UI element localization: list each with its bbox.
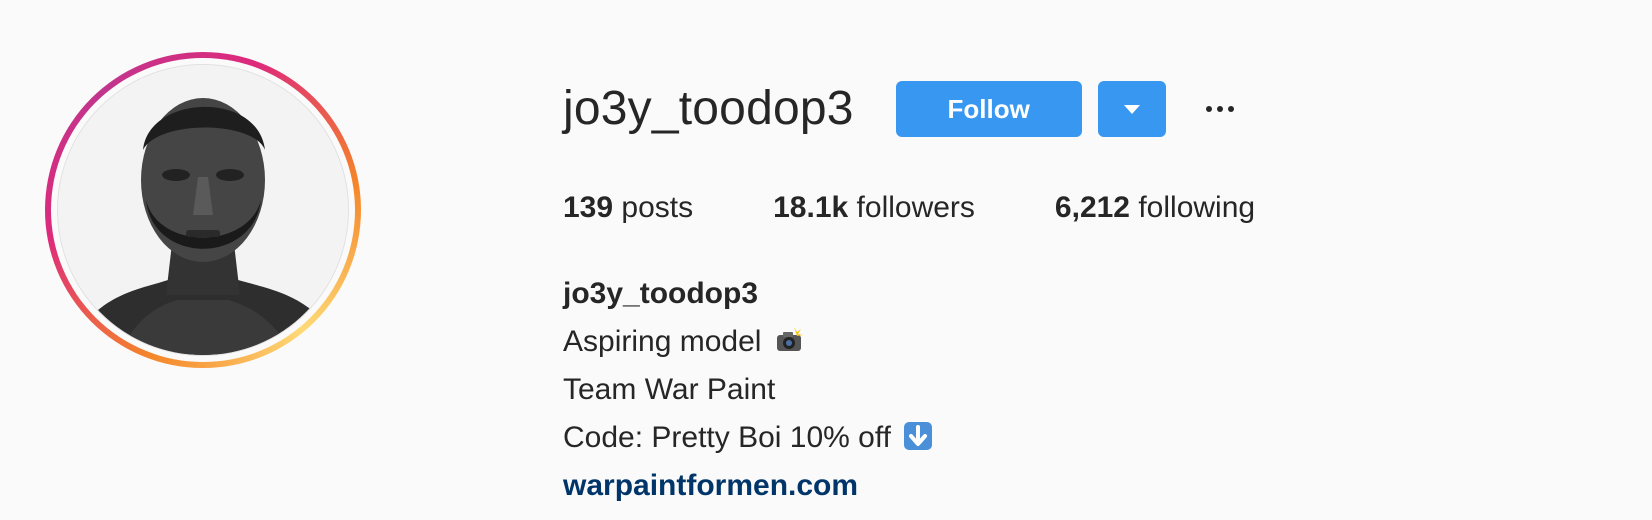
posts-count: 139	[563, 191, 614, 224]
avatar-gap	[51, 58, 355, 362]
followers-label: followers	[856, 191, 975, 224]
posts-stat: 139 posts	[563, 188, 693, 228]
chevron-down-icon	[1123, 104, 1140, 114]
posts-label: posts	[621, 191, 694, 224]
more-options-button[interactable]	[1200, 89, 1240, 129]
profile-stats: 139 posts 18.1k followers 6,212 followin…	[563, 188, 1255, 228]
bio-line-3-text: Code: Pretty Boi 10% off	[563, 421, 891, 454]
profile-bio: jo3y_toodop3 Aspiring model Team War Pai…	[563, 270, 933, 510]
more-options-icon	[1205, 106, 1212, 112]
avatar-photo-icon	[58, 65, 348, 355]
bio-line-1-text: Aspiring model	[563, 325, 762, 358]
bio-line-1: Aspiring model	[563, 318, 933, 366]
followers-count: 18.1k	[773, 191, 849, 224]
suggested-dropdown-button[interactable]	[1097, 81, 1166, 137]
avatar[interactable]	[57, 64, 349, 356]
username-title: jo3y_toodop3	[563, 82, 854, 135]
more-options-dot	[1227, 106, 1234, 112]
bio-line-3: Code: Pretty Boi 10% off	[563, 414, 933, 462]
avatar-story-ring[interactable]	[45, 52, 361, 368]
down-arrow-icon	[904, 422, 933, 450]
following-link[interactable]: 6,212 following	[1055, 188, 1255, 228]
camera-flash-icon	[776, 327, 803, 351]
bio-name: jo3y_toodop3	[563, 277, 759, 310]
profile-page: jo3y_toodop3 Follow 139 posts 18.1k foll…	[0, 0, 1652, 520]
bio-website-link[interactable]: warpaintformen.com	[563, 469, 858, 502]
follow-button[interactable]: Follow	[895, 81, 1082, 137]
bio-line-2: Team War Paint	[563, 373, 776, 406]
followers-link[interactable]: 18.1k followers	[773, 188, 975, 228]
profile-header: jo3y_toodop3 Follow	[563, 80, 1240, 138]
following-label: following	[1138, 191, 1256, 224]
more-options-dot	[1216, 106, 1223, 112]
following-count: 6,212	[1054, 191, 1130, 224]
